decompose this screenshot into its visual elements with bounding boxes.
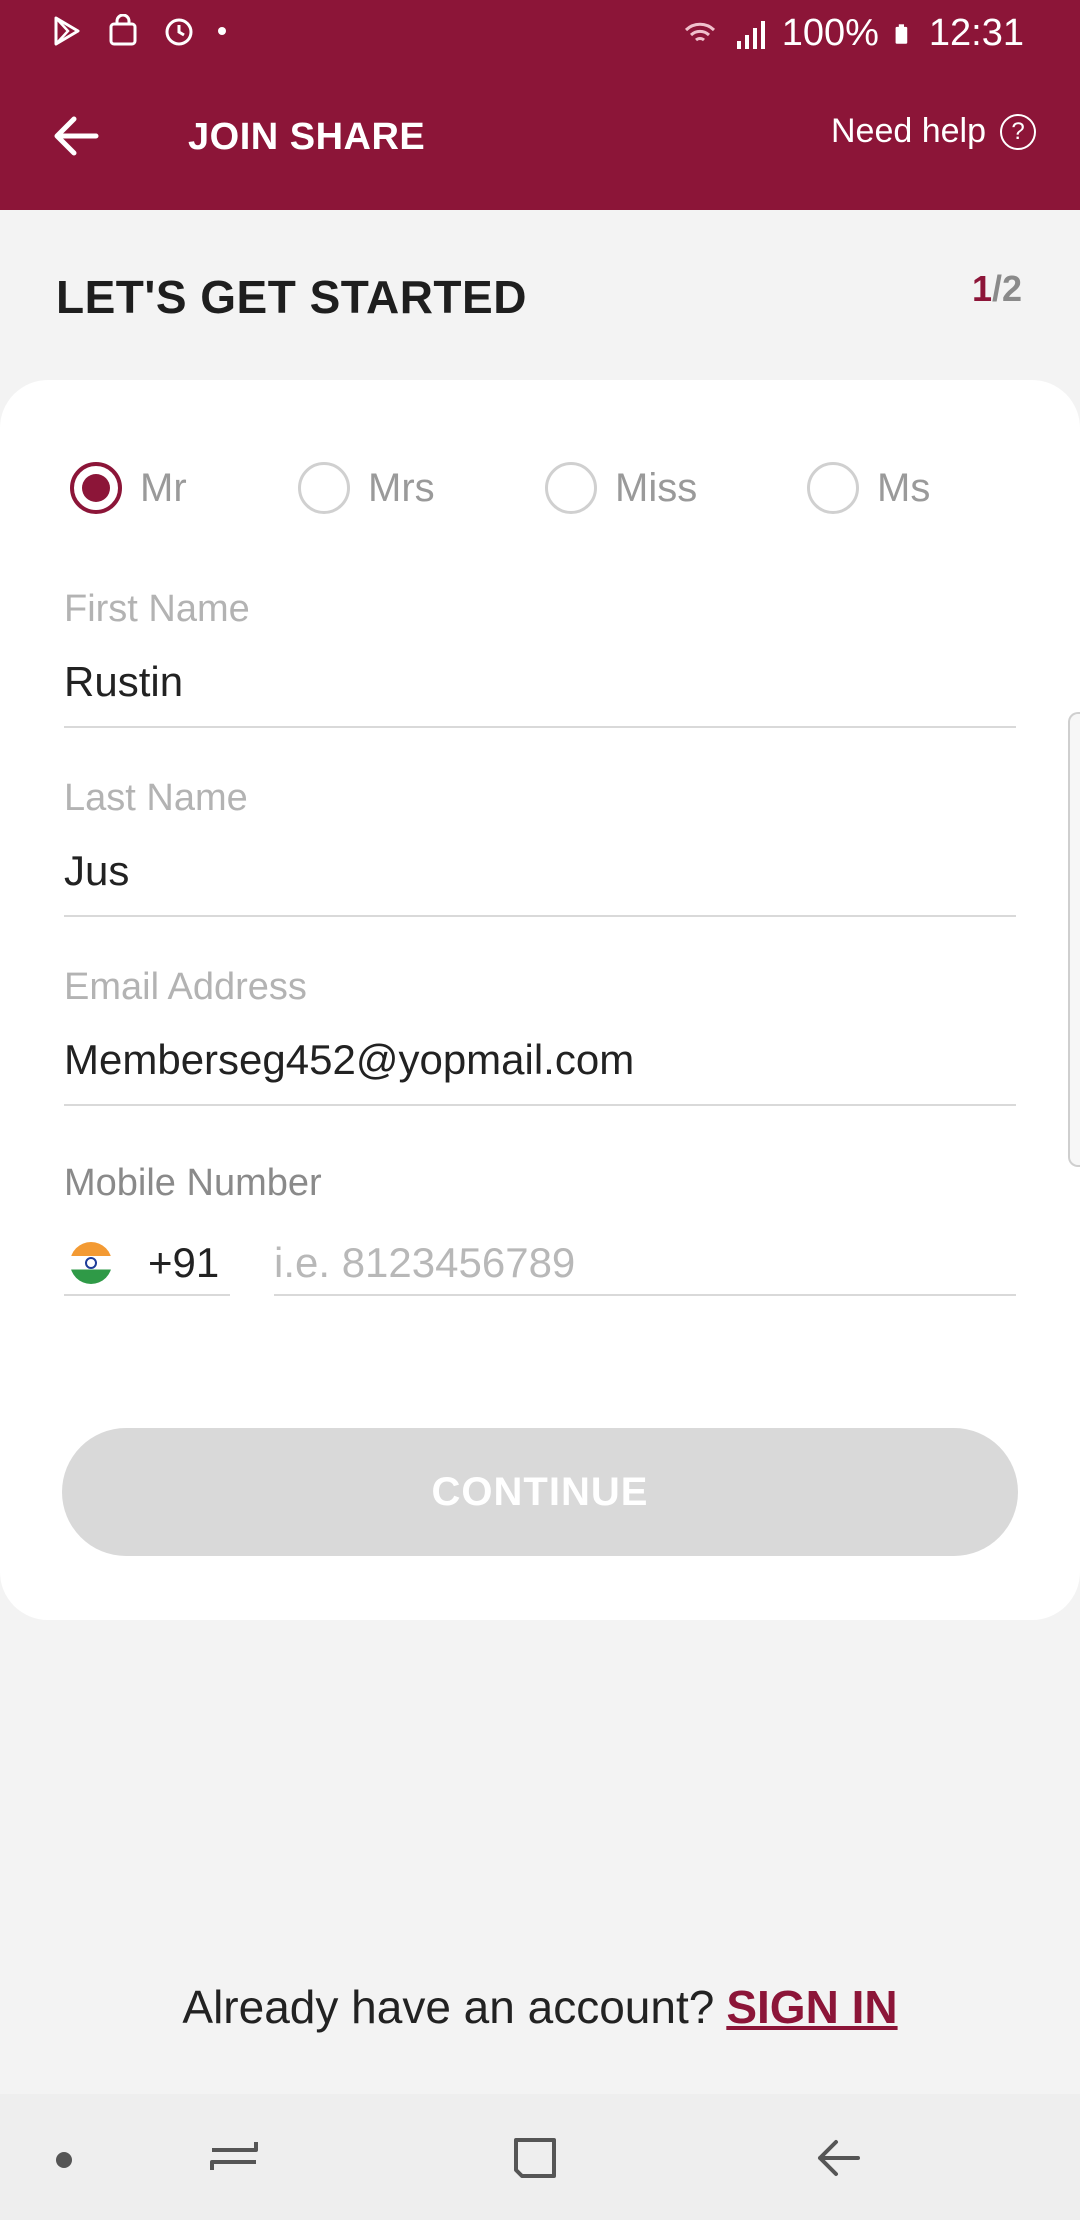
battery-icon [895,23,908,44]
clock: 12:31 [928,12,1024,54]
radio-checked-icon [70,462,122,514]
radio-label: Mrs [368,465,435,510]
join-share-screen: 100% 12:31 JOIN SHARE Need help ? LET'S … [0,0,1080,2220]
india-flag-icon [70,1242,112,1284]
home-icon[interactable] [506,2130,566,2186]
page-title: JOIN SHARE [188,116,426,158]
mobile-number-input[interactable] [274,1232,1016,1296]
first-name-label: First Name [64,588,250,630]
nav-dot-icon[interactable] [56,2152,72,2168]
help-icon: ? [1000,113,1036,150]
sign-in-prompt-text: Already have an account? [182,1981,715,2033]
step-current: 1 [971,268,992,309]
sign-in-prompt: Already have an account? SIGN IN [0,1980,1080,2034]
back-arrow-icon[interactable] [44,104,108,168]
timer-icon [165,18,193,46]
title-radio-group: Mr Mrs Miss Ms [70,460,1030,516]
more-notifications-dot-icon [218,27,226,35]
last-name-field[interactable]: Jus [64,847,1016,917]
radio-label: Mr [140,465,187,510]
email-group: Email Address Memberseg452@yopmail.com [64,966,1016,1106]
recent-apps-icon[interactable] [204,2130,264,2186]
title-radio-mr[interactable]: Mr [70,460,187,516]
continue-button[interactable]: CONTINUE [62,1428,1018,1556]
battery-percent: 100% [781,12,879,54]
radio-label: Ms [877,465,931,510]
email-field[interactable]: Memberseg452@yopmail.com [64,1036,1016,1106]
first-name-field[interactable]: Rustin [64,658,1016,728]
country-dial-code: +91 [148,1239,220,1286]
title-radio-mrs[interactable]: Mrs [298,460,435,516]
radio-unchecked-icon [545,462,597,514]
need-help-label: Need help [830,112,986,150]
sign-in-link[interactable]: SIGN IN [726,1981,897,2033]
title-radio-ms[interactable]: Ms [807,460,930,516]
system-indicators: 100% 12:31 [680,12,1024,55]
country-code-picker[interactable]: +91 [64,1232,230,1296]
wifi-icon [684,22,715,41]
section-title: LET'S GET STARTED [56,271,527,323]
app-bar: JOIN SHARE Need help ? [0,68,1080,210]
radio-unchecked-icon [807,462,859,514]
play-store-icon [54,16,80,46]
radio-label: Miss [615,465,698,510]
top-bar: 100% 12:31 JOIN SHARE Need help ? [0,0,1080,210]
email-label: Email Address [64,966,307,1008]
signal-icon [736,20,765,49]
last-name-group: Last Name Jus [64,777,1016,917]
step-total: /2 [991,268,1022,309]
title-radio-miss[interactable]: Miss [545,460,697,516]
need-help-button[interactable]: Need help ? [831,112,1036,151]
radio-unchecked-icon [298,462,350,514]
scrollbar[interactable] [1068,712,1080,1167]
back-nav-icon[interactable] [808,2130,868,2186]
first-name-group: First Name Rustin [64,588,1016,728]
step-indicator: 1/2 [972,268,1022,310]
shopping-bag-icon [109,14,137,46]
status-bar: 100% 12:31 [0,0,1080,68]
last-name-label: Last Name [64,777,248,819]
system-nav-bar [0,2094,1080,2220]
mobile-number-label: Mobile Number [64,1162,322,1204]
notification-icons [50,14,226,48]
